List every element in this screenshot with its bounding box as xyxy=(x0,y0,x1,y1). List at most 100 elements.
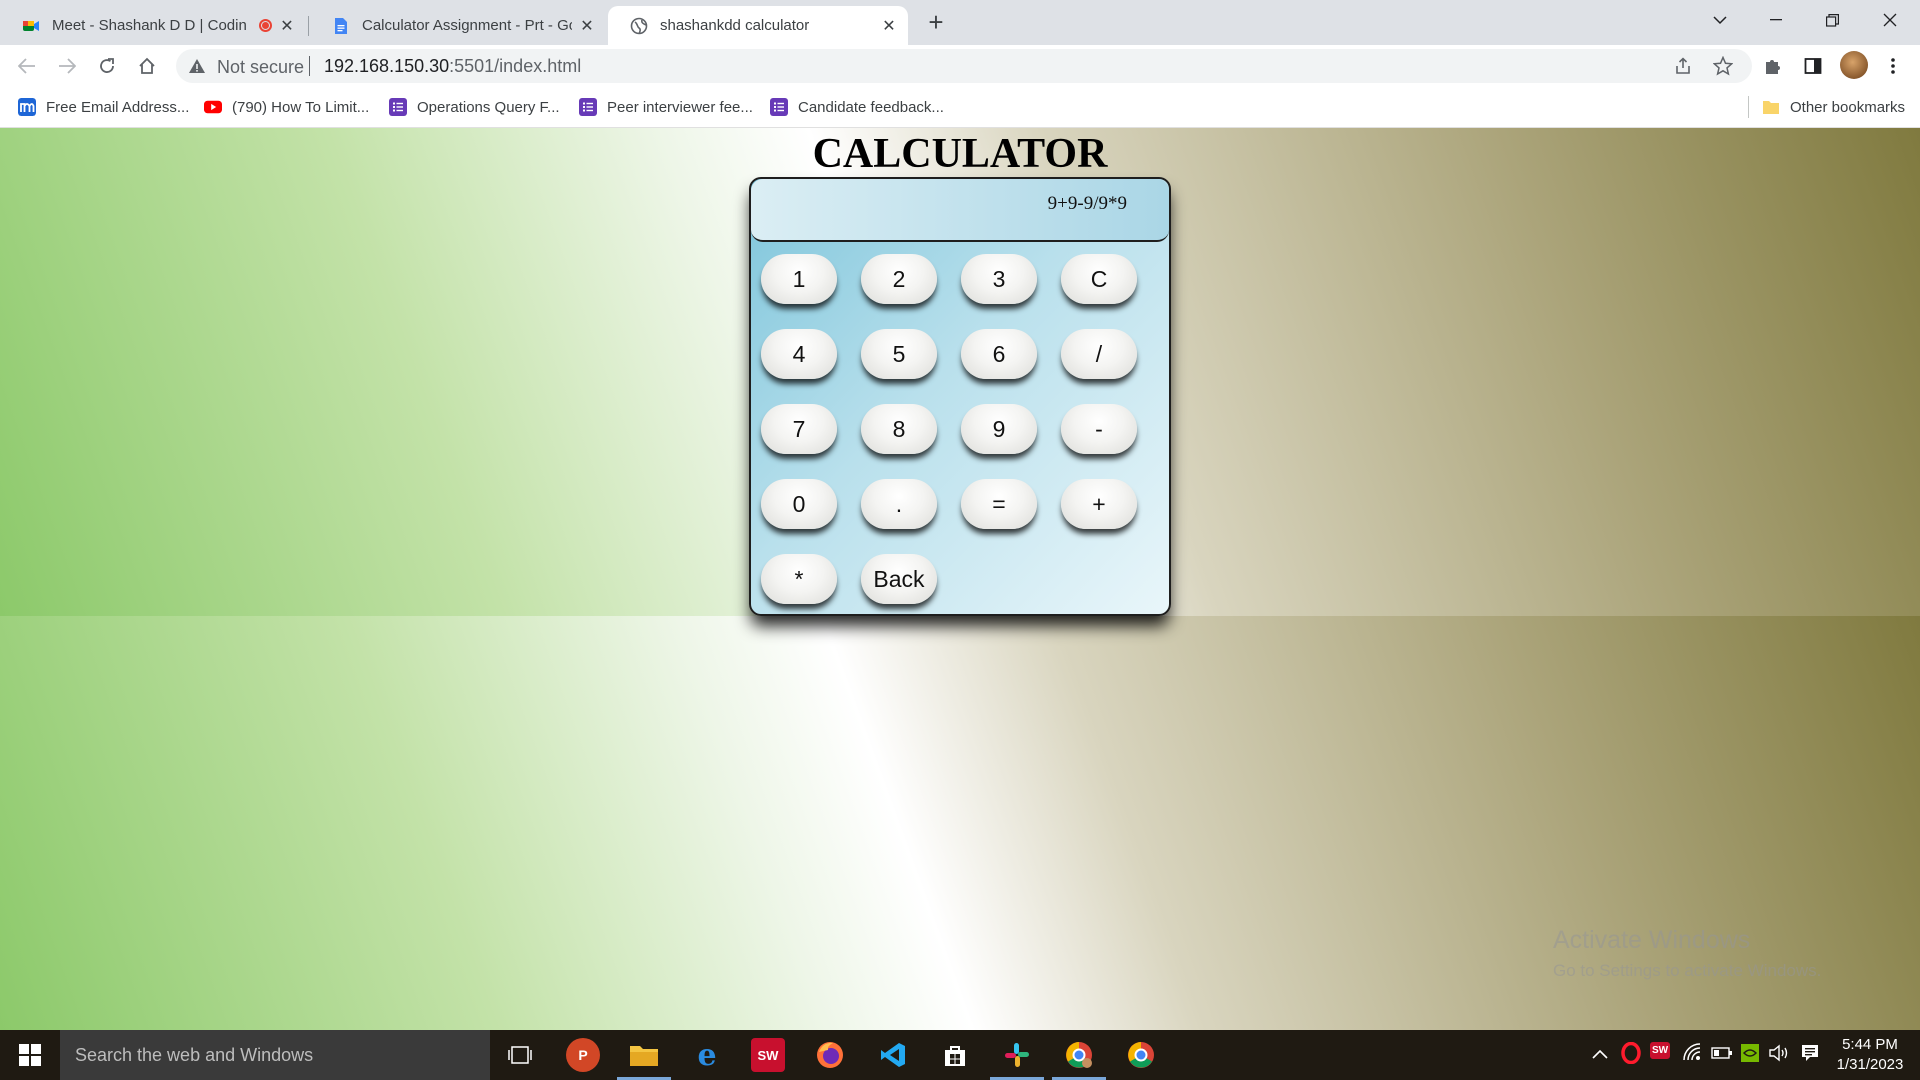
edge-legacy-icon[interactable]: e xyxy=(690,1038,724,1073)
subtract-button[interactable]: - xyxy=(1061,404,1137,454)
bookmark-item[interactable]: (790) How To Limit... xyxy=(204,96,369,118)
url-host: 192.168.150.30 xyxy=(324,56,450,76)
bookmark-item[interactable]: Candidate feedback... xyxy=(770,96,944,118)
tab-strip: Meet - Shashank D D | Codin ✕ Calculator… xyxy=(0,0,1920,45)
nvidia-tray-icon[interactable] xyxy=(1741,1044,1759,1067)
task-view-icon[interactable] xyxy=(503,1038,537,1072)
show-hidden-icons-chevron-icon[interactable] xyxy=(1592,1044,1608,1064)
slack-icon[interactable] xyxy=(990,1038,1044,1080)
solidworks-tray-icon[interactable]: SW xyxy=(1650,1042,1671,1059)
youtube-icon xyxy=(204,100,222,114)
forms-icon xyxy=(770,98,788,116)
opera-tray-icon[interactable] xyxy=(1621,1041,1641,1069)
tab-calculator-assignment[interactable]: Calculator Assignment - Prt - Goo ✕ xyxy=(310,6,606,45)
key-4[interactable]: 4 xyxy=(761,329,837,379)
bookmarks-divider xyxy=(1748,96,1749,118)
powerpoint-icon[interactable]: P xyxy=(566,1038,600,1072)
close-window-button[interactable] xyxy=(1862,0,1918,40)
wifi-icon[interactable] xyxy=(1682,1042,1702,1067)
bookmark-item[interactable]: Operations Query F... xyxy=(389,96,560,118)
key-2[interactable]: 2 xyxy=(861,254,937,304)
folder-icon xyxy=(1763,101,1779,114)
browser-toolbar: Not secure 192.168.150.30:5501/index.htm… xyxy=(0,45,1920,86)
tab-meet[interactable]: Meet - Shashank D D | Codin ✕ xyxy=(0,6,306,45)
vscode-icon[interactable] xyxy=(876,1038,910,1072)
forms-icon xyxy=(579,98,597,116)
key-8[interactable]: 8 xyxy=(861,404,937,454)
key-6[interactable]: 6 xyxy=(961,329,1037,379)
activate-windows-watermark: Activate Windows Go to Settings to activ… xyxy=(1553,926,1821,981)
globe-icon xyxy=(630,17,648,34)
bookmark-item[interactable]: Free Email Address... xyxy=(18,96,189,118)
back-arrow-icon[interactable] xyxy=(14,53,40,79)
chrome-profile-icon[interactable] xyxy=(1052,1038,1106,1080)
google-docs-icon xyxy=(335,17,347,34)
security-status-label[interactable]: Not secure xyxy=(217,57,304,78)
file-explorer-icon[interactable] xyxy=(617,1038,671,1080)
decimal-button[interactable]: . xyxy=(861,479,937,529)
bookmark-label: Free Email Address... xyxy=(46,98,190,116)
url-path: :5501/index.html xyxy=(449,56,582,76)
share-icon[interactable] xyxy=(1672,55,1694,77)
calculator-display[interactable]: 9+9-9/9*9 xyxy=(751,179,1169,242)
solidworks-icon[interactable]: SW xyxy=(751,1038,785,1072)
profile-avatar[interactable] xyxy=(1840,51,1868,79)
side-panel-icon[interactable] xyxy=(1800,53,1826,79)
calculator-panel: 9+9-9/9*9 1 2 3 C 4 5 6 / 7 8 9 - 0 . = … xyxy=(749,177,1171,616)
bookmark-label: (790) How To Limit... xyxy=(232,98,370,116)
home-icon[interactable] xyxy=(134,53,160,79)
key-9[interactable]: 9 xyxy=(961,404,1037,454)
extensions-puzzle-icon[interactable] xyxy=(1760,53,1786,79)
key-7[interactable]: 7 xyxy=(761,404,837,454)
close-tab-icon[interactable]: ✕ xyxy=(578,16,596,36)
key-0[interactable]: 0 xyxy=(761,479,837,529)
battery-icon[interactable] xyxy=(1711,1045,1733,1065)
add-button[interactable]: + xyxy=(1061,479,1137,529)
close-tab-icon[interactable]: ✕ xyxy=(880,16,898,36)
url-text[interactable]: 192.168.150.30:5501/index.html xyxy=(324,56,581,77)
multiply-button[interactable]: * xyxy=(761,554,837,604)
tab-title: Calculator Assignment - Prt - Goo xyxy=(362,17,572,34)
windows-logo-icon xyxy=(19,1044,41,1066)
google-meet-icon xyxy=(23,20,39,31)
tab-shashankdd-calculator[interactable]: shashankdd calculator ✕ xyxy=(608,6,908,45)
restore-button[interactable] xyxy=(1804,0,1860,40)
clear-button[interactable]: C xyxy=(1061,254,1137,304)
more-menu-icon[interactable] xyxy=(1880,53,1906,79)
clock-date: 1/31/2023 xyxy=(1836,1056,1904,1073)
windows-taskbar: Search the web and Windows P e SW SW 5:4… xyxy=(0,1030,1920,1080)
watermark-line1: Activate Windows xyxy=(1553,926,1751,954)
action-center-icon[interactable] xyxy=(1800,1043,1820,1068)
page-viewport: CALCULATOR 9+9-9/9*9 1 2 3 C 4 5 6 / 7 8… xyxy=(0,128,1920,1030)
watermark-line2: Go to Settings to activate Windows. xyxy=(1553,961,1822,980)
chrome-icon[interactable] xyxy=(1124,1038,1158,1072)
address-bar[interactable]: Not secure 192.168.150.30:5501/index.htm… xyxy=(176,49,1752,83)
taskbar-search-box[interactable]: Search the web and Windows xyxy=(60,1030,490,1080)
bookmark-item[interactable]: Peer interviewer fee... xyxy=(579,96,753,118)
m-logo-icon xyxy=(18,98,36,116)
key-5[interactable]: 5 xyxy=(861,329,937,379)
equals-button[interactable]: = xyxy=(961,479,1037,529)
other-bookmarks-label: Other bookmarks xyxy=(1790,98,1906,116)
volume-icon[interactable] xyxy=(1768,1043,1790,1068)
system-clock[interactable]: 5:44 PM 1/31/2023 xyxy=(1832,1035,1908,1075)
firefox-icon[interactable] xyxy=(813,1038,847,1072)
bookmark-label: Peer interviewer fee... xyxy=(607,98,753,116)
close-tab-icon[interactable]: ✕ xyxy=(278,16,296,36)
back-button[interactable]: Back xyxy=(861,554,937,604)
bookmark-label: Candidate feedback... xyxy=(798,98,944,116)
forward-arrow-icon[interactable] xyxy=(54,53,80,79)
key-1[interactable]: 1 xyxy=(761,254,837,304)
minimize-button[interactable] xyxy=(1748,0,1804,40)
bookmark-star-icon[interactable] xyxy=(1712,55,1734,77)
start-button[interactable] xyxy=(0,1030,60,1080)
address-divider xyxy=(309,56,310,76)
microsoft-store-icon[interactable] xyxy=(938,1038,972,1072)
tab-search-chevron-icon[interactable] xyxy=(1692,0,1748,40)
other-bookmarks-folder[interactable]: Other bookmarks xyxy=(1762,96,1905,118)
key-3[interactable]: 3 xyxy=(961,254,1037,304)
page-title: CALCULATOR xyxy=(812,131,1108,177)
divide-button[interactable]: / xyxy=(1061,329,1137,379)
reload-icon[interactable] xyxy=(94,53,120,79)
new-tab-button[interactable]: + xyxy=(922,9,950,37)
